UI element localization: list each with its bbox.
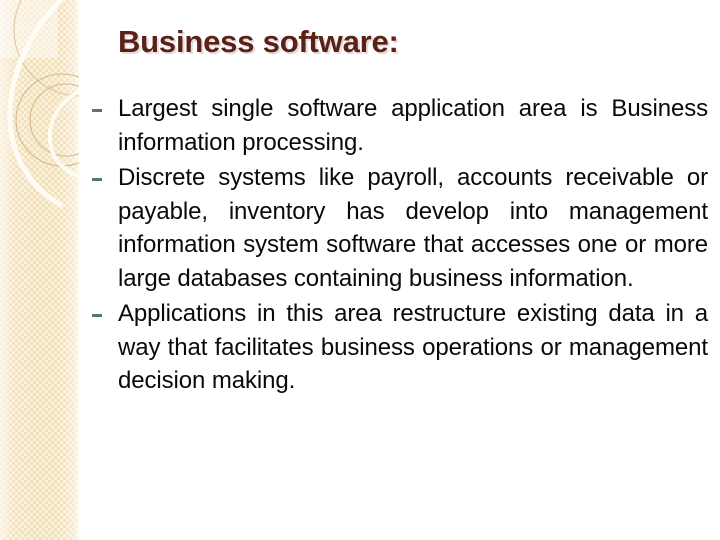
dash-bullet-icon [92,297,118,317]
list-item-text: Discrete systems like payroll, accounts … [118,164,708,292]
slide-title: Business software: [118,24,399,59]
list-item: Applications in this area restructure ex… [92,297,708,398]
dash-bullet-icon [92,161,118,181]
sidebar-arc-decoration [7,0,79,209]
decorative-sidebar [0,0,79,540]
list-item: Largest single software application area… [92,92,708,159]
list-item: Discrete systems like payroll, accounts … [92,161,708,295]
bullet-list: Largest single software application area… [92,92,708,400]
list-item-text: Applications in this area restructure ex… [118,300,708,394]
dash-bullet-icon [92,92,118,112]
slide-canvas: Business software: Largest single softwa… [0,0,720,540]
list-item-text: Largest single software application area… [118,95,708,156]
